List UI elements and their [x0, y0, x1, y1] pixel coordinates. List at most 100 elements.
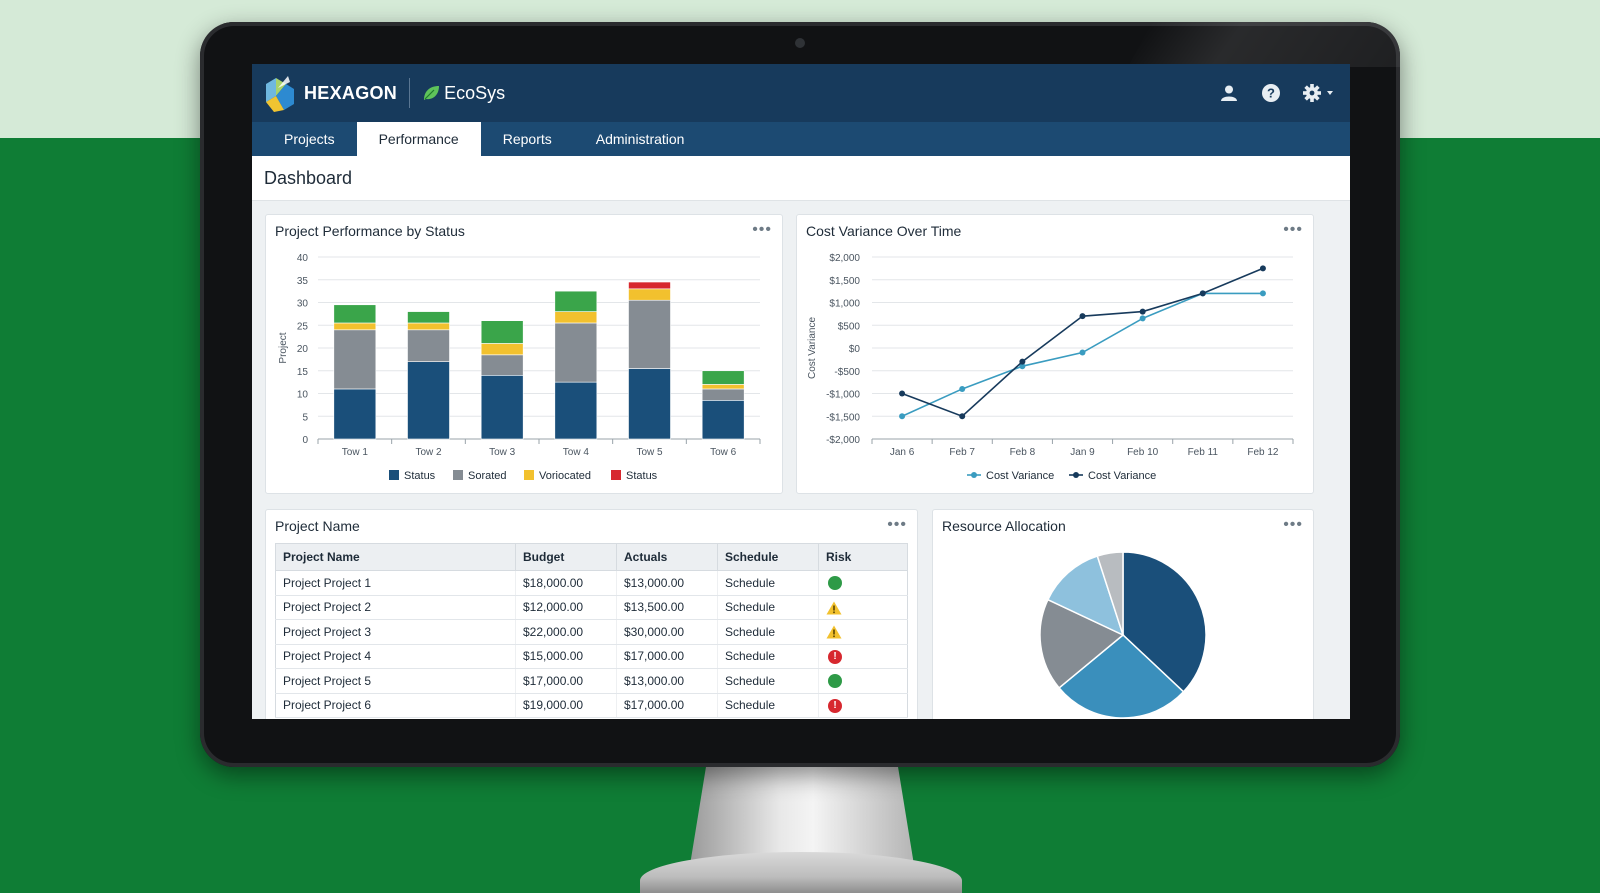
cell-schedule: Schedule [717, 619, 819, 645]
page-header: Dashboard [252, 156, 1350, 201]
table-header-row: Project Name Budget Actuals Schedule Ris… [275, 543, 908, 571]
y-tick-label: 15 [297, 367, 309, 378]
y-tick-label: -$500 [834, 367, 860, 378]
bar-segment [554, 322, 598, 383]
data-point [959, 385, 966, 392]
cell-risk: ! [818, 693, 908, 718]
performance-panel: Project Performance by Status ••• 0 5 10 15… [265, 214, 783, 494]
table-row[interactable]: Project Project 5 $17,000.00 $13,000.00 Sch… [275, 668, 908, 694]
risk-low-icon [828, 576, 842, 591]
table-row[interactable]: Project Project 4 $15,000.00 $17,000.00 Sch… [275, 644, 908, 669]
cell-budget: $19,000.00 [515, 693, 617, 718]
leaf-icon [424, 86, 440, 100]
data-point [1139, 315, 1146, 322]
data-point [1079, 349, 1086, 356]
x-tick-label: Jan 9 [1070, 447, 1095, 458]
x-tick-label: Tow 5 [636, 447, 663, 458]
cell-name: Project Project 2 [275, 595, 516, 620]
y-tick-label: -$1,000 [826, 390, 860, 401]
projects-panel: Project Name ••• Project Name Budget Act… [265, 509, 918, 719]
x-tick-label: Feb 7 [949, 447, 975, 458]
cell-risk: ! [818, 644, 908, 669]
x-tick-label: Feb 12 [1247, 447, 1279, 458]
legend-swatch [524, 470, 534, 480]
bar-segment [333, 388, 377, 440]
cell-actuals: $30,000.00 [616, 619, 718, 645]
data-point [1199, 290, 1206, 297]
bar-segment [554, 290, 598, 312]
column-header-schedule[interactable]: Schedule [717, 543, 819, 571]
product-name: EcoSys [444, 82, 506, 103]
bar-segment [628, 288, 671, 301]
legend-marker [971, 472, 977, 478]
column-header-project-name[interactable]: Project Name [275, 543, 516, 571]
legend-marker [1073, 472, 1079, 478]
projects-table: Project Name Budget Actuals Schedule Ris… [275, 543, 908, 718]
bar-segment [701, 388, 745, 401]
data-point [1079, 313, 1086, 320]
bezel-reflection [1128, 22, 1400, 67]
cell-budget: $15,000.00 [515, 644, 617, 669]
page-title: Dashboard [264, 167, 353, 188]
company-name: HEXAGON [304, 82, 398, 103]
bar-segment [333, 329, 377, 390]
column-header-budget[interactable]: Budget [515, 543, 617, 571]
legend-label: Voriocated [539, 470, 591, 482]
risk-high-icon: ! [828, 649, 842, 664]
data-point [1139, 308, 1146, 315]
cell-risk [818, 668, 908, 694]
table-row[interactable]: Project Project 2 $12,000.00 $13,500.00 Sch… [275, 595, 908, 620]
cell-actuals: $17,000.00 [616, 693, 718, 718]
y-tick-label: $1,500 [829, 276, 860, 287]
x-tick-label: Tow 6 [710, 447, 737, 458]
column-header-actuals[interactable]: Actuals [616, 543, 718, 571]
help-icon[interactable]: ? [1260, 82, 1282, 104]
legend-label: Cost Variance [986, 470, 1054, 482]
bar-segment [628, 299, 671, 369]
cell-schedule: Schedule [717, 595, 819, 620]
bar-segment [554, 381, 598, 440]
more-options-icon[interactable]: ••• [887, 516, 907, 534]
bar-segment [407, 329, 450, 362]
data-point [1259, 265, 1266, 272]
table-row[interactable]: Project Project 1 $18,000.00 $13,000.00 Sch… [275, 570, 908, 596]
x-tick-label: Tow 4 [563, 447, 590, 458]
cell-schedule: Schedule [717, 668, 819, 694]
column-header-risk[interactable]: Risk [818, 543, 908, 571]
bar-segment [701, 384, 745, 390]
header-actions: ? [1218, 64, 1336, 122]
legend-swatch [453, 470, 463, 480]
x-tick-label: Feb 8 [1010, 447, 1036, 458]
cell-name: Project Project 5 [275, 668, 516, 694]
table-row[interactable]: Project Project 3 $22,000.00 $30,000.00 Sch… [275, 619, 908, 645]
tab-projects[interactable]: Projects [262, 122, 357, 156]
y-tick-label: -$2,000 [826, 435, 860, 446]
y-tick-label: 0 [302, 435, 308, 446]
settings-icon[interactable] [1302, 82, 1336, 104]
tab-administration[interactable]: Administration [574, 122, 707, 156]
bar-segment [333, 304, 377, 324]
table-row[interactable]: Project Project 6 $19,000.00 $17,000.00 Sch… [275, 693, 908, 718]
tab-performance[interactable]: Performance [356, 122, 481, 156]
legend-swatch [389, 470, 399, 480]
main-nav: Projects Performance Reports Administrat… [252, 122, 1350, 156]
legend-label: Sorated [468, 470, 507, 482]
panel-title: Project Name [275, 518, 360, 534]
user-icon[interactable] [1218, 82, 1240, 104]
y-tick-label: 5 [302, 412, 308, 423]
y-tick-label: $1,000 [829, 299, 860, 310]
cell-name: Project Project 6 [275, 693, 516, 718]
series-line [901, 267, 1264, 418]
y-tick-label: 35 [297, 276, 309, 287]
performance-bar-chart: 0 5 10 15 20 25 30 35 40 Project Tow 1 Tow 2 Tow 3 To… [278, 253, 761, 482]
bar-segment [701, 400, 745, 440]
tab-reports[interactable]: Reports [481, 122, 574, 156]
cell-schedule: Schedule [717, 570, 819, 596]
risk-low-icon [828, 674, 842, 689]
data-point [899, 413, 906, 420]
cell-actuals: $13,500.00 [616, 595, 718, 620]
y-axis-label: Project [278, 332, 289, 363]
cell-name: Project Project 4 [275, 644, 516, 669]
y-tick-label: 10 [297, 390, 309, 401]
legend-swatch [611, 470, 621, 480]
